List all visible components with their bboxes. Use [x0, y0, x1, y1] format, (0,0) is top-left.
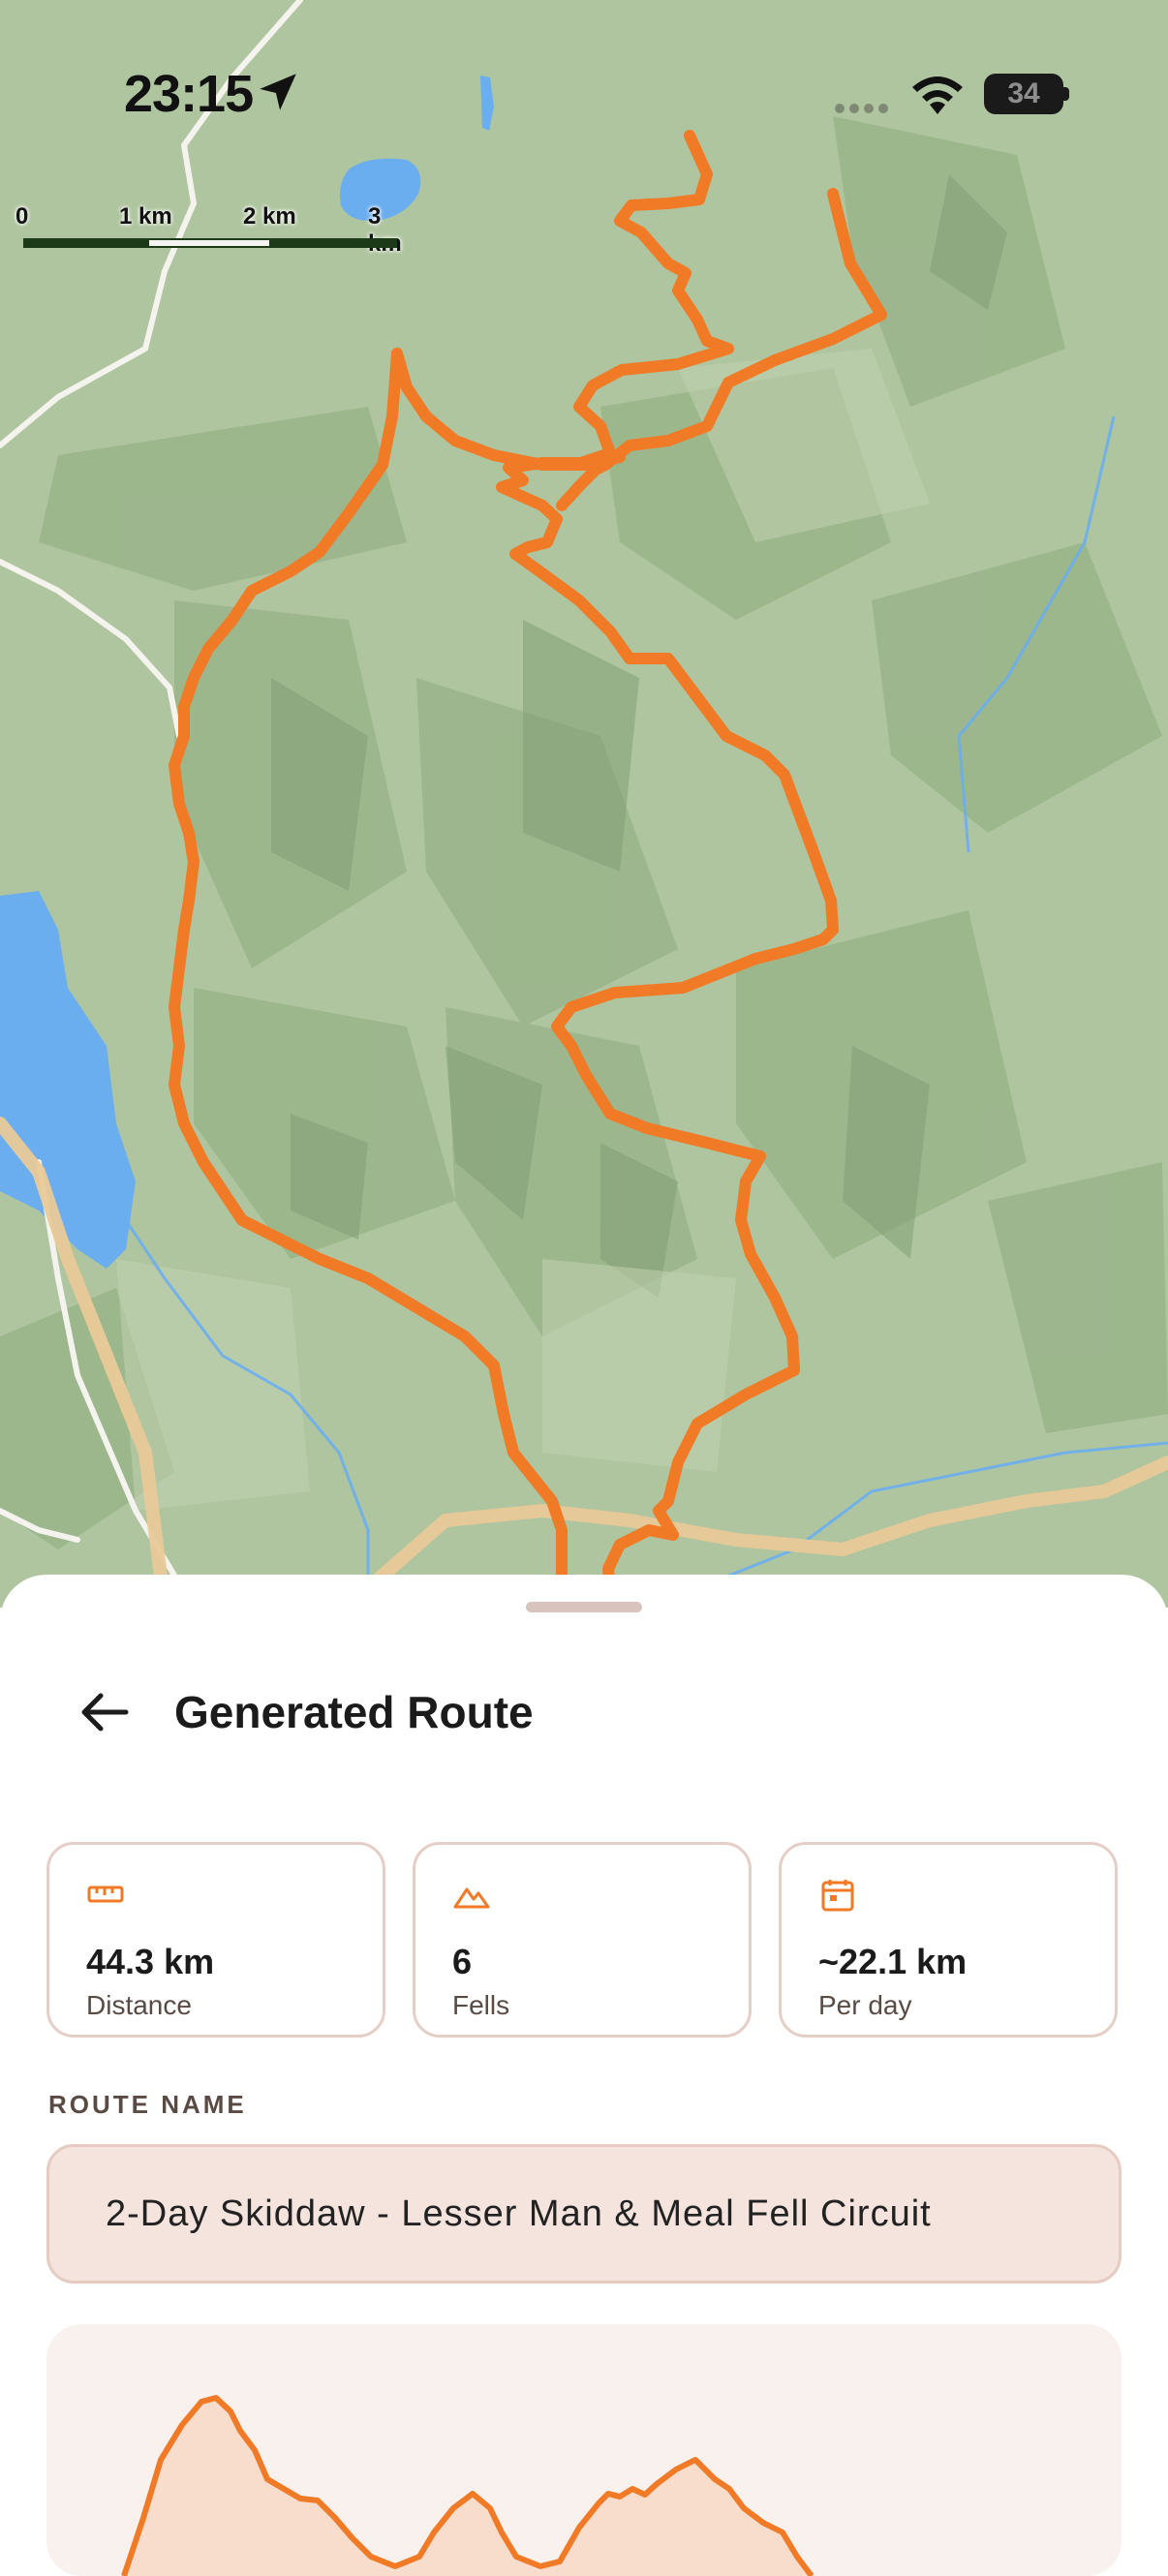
status-bar: 23:15 34 — [0, 0, 1168, 194]
scale-segment — [23, 238, 147, 248]
location-arrow-icon — [260, 74, 296, 110]
stat-label: Fells — [452, 1990, 510, 2020]
stat-card-fells: 6 Fells — [413, 1842, 752, 2038]
scale-segment — [271, 238, 397, 248]
stat-label: Distance — [86, 1990, 192, 2020]
route-bottom-sheet: Generated Route 44.3 km Distance 6 Fells… — [0, 1575, 1168, 2576]
elevation-profile-graph — [121, 2395, 815, 2576]
calendar-icon — [821, 1880, 854, 1912]
elevation-profile-chart — [46, 2324, 1122, 2576]
route-map[interactable]: 0 1 km 2 km 3 km — [0, 0, 1168, 1608]
wifi-icon — [912, 77, 963, 114]
route-name-input[interactable]: 2-Day Skiddaw - Lesser Man & Meal Fell C… — [46, 2144, 1122, 2284]
route-name-value: 2-Day Skiddaw - Lesser Man & Meal Fell C… — [106, 2193, 932, 2234]
scale-label-1km: 1 km — [119, 203, 172, 230]
stat-label: Per day — [818, 1990, 912, 2020]
mountain-icon — [453, 1887, 490, 1909]
cellular-signal-icon — [835, 101, 893, 118]
status-time: 23:15 — [124, 65, 254, 123]
ruler-icon — [87, 1886, 124, 1903]
back-arrow-icon[interactable] — [74, 1681, 136, 1743]
stat-card-per-day: ~22.1 km Per day — [779, 1842, 1118, 2038]
stat-value: ~22.1 km — [818, 1942, 968, 1981]
scale-label-0: 0 — [15, 203, 29, 230]
stat-card-distance: 44.3 km Distance — [46, 1842, 385, 2038]
scale-label-2km: 2 km — [243, 203, 296, 230]
battery-icon: 34 — [984, 74, 1063, 114]
scale-segment — [147, 238, 271, 248]
sheet-drag-handle[interactable] — [526, 1602, 642, 1612]
scale-label-3km: 3 km — [368, 203, 402, 257]
stat-value: 6 — [452, 1942, 473, 1981]
map-scale-bar: 0 1 km 2 km 3 km — [15, 203, 407, 261]
stat-value: 44.3 km — [86, 1942, 215, 1981]
route-name-label: ROUTE NAME — [48, 2090, 247, 2119]
battery-tip — [1063, 87, 1069, 101]
page-title: Generated Route — [174, 1687, 534, 1737]
